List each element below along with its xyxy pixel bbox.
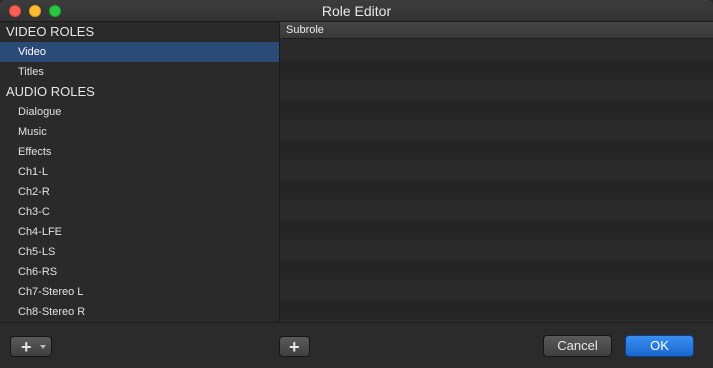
table-row (280, 139, 713, 159)
role-item-ch2-r[interactable]: Ch2-R (0, 182, 279, 202)
table-row (280, 219, 713, 239)
table-row (280, 179, 713, 199)
table-row (280, 99, 713, 119)
role-item-ch7-stereo-l[interactable]: Ch7-Stereo L (0, 282, 279, 302)
plus-icon: + (289, 337, 300, 357)
title-bar: Role Editor (0, 0, 713, 22)
chevron-down-icon (40, 345, 46, 349)
window-title: Role Editor (321, 3, 392, 19)
role-item-video[interactable]: Video (0, 42, 279, 62)
add-role-button[interactable]: + (10, 336, 52, 357)
table-row (280, 159, 713, 179)
table-row (280, 79, 713, 99)
ok-button[interactable]: OK (625, 335, 694, 357)
role-item-effects[interactable]: Effects (0, 142, 279, 162)
table-row (280, 39, 713, 59)
role-item-ch5-ls[interactable]: Ch5-LS (0, 242, 279, 262)
table-row (280, 279, 713, 299)
table-row (280, 119, 713, 139)
role-editor-window: Role Editor VIDEO ROLES Video Titles AUD… (0, 0, 713, 368)
role-item-ch4-lfe[interactable]: Ch4-LFE (0, 222, 279, 242)
table-row (280, 299, 713, 319)
table-row (280, 239, 713, 259)
roles-list: VIDEO ROLES Video Titles AUDIO ROLES Dia… (0, 22, 279, 322)
video-roles-header: VIDEO ROLES (6, 24, 95, 39)
table-row (280, 59, 713, 79)
subrole-table: Subrole (280, 22, 713, 322)
cancel-button[interactable]: Cancel (543, 335, 612, 357)
table-row (280, 199, 713, 219)
role-item-titles[interactable]: Titles (0, 62, 279, 82)
subrole-column-header[interactable]: Subrole (280, 22, 713, 39)
role-item-ch1-l[interactable]: Ch1-L (0, 162, 279, 182)
add-subrole-button[interactable]: + (279, 336, 310, 357)
role-item-music[interactable]: Music (0, 122, 279, 142)
role-item-ch8-stereo-r[interactable]: Ch8-Stereo R (0, 302, 279, 322)
bottom-toolbar: + + Cancel OK (0, 322, 713, 368)
audio-roles-header: AUDIO ROLES (6, 84, 95, 99)
role-item-ch3-c[interactable]: Ch3-C (0, 202, 279, 222)
role-item-dialogue[interactable]: Dialogue (0, 102, 279, 122)
role-item-ch6-rs[interactable]: Ch6-RS (0, 262, 279, 282)
table-row (280, 259, 713, 279)
plus-icon: + (21, 337, 32, 357)
